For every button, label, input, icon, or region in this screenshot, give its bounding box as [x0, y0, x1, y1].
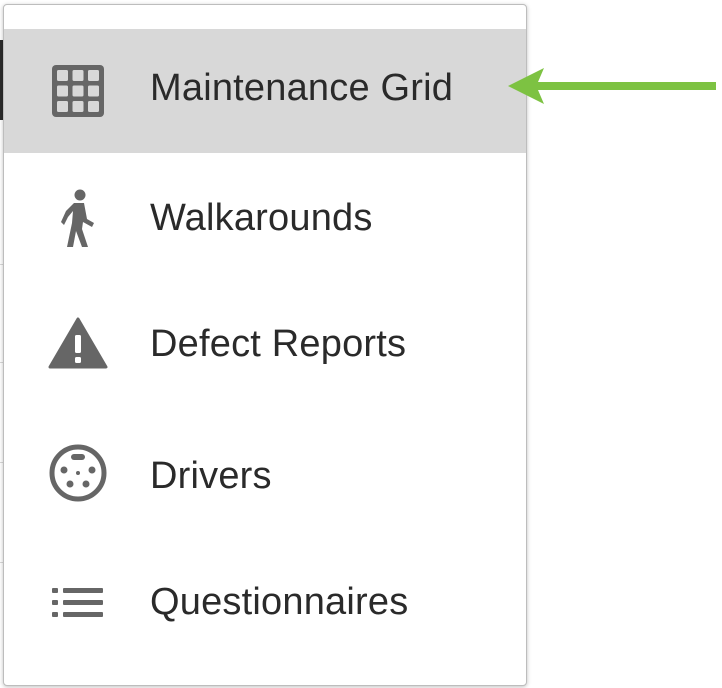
walking-person-icon — [46, 187, 110, 251]
menu-item-label: Defect Reports — [150, 323, 407, 365]
screenshot-stage: Maintenance Grid Walkarounds Defect Repo… — [0, 0, 722, 688]
menu-item-label: Maintenance Grid — [150, 67, 454, 109]
menu-item-questionnaires[interactable]: Questionnaires — [4, 539, 526, 663]
menu-item-label: Questionnaires — [150, 581, 409, 623]
grid-icon — [46, 59, 110, 123]
menu-item-defect-reports[interactable]: Defect Reports — [4, 283, 526, 407]
menu-item-label: Drivers — [150, 455, 272, 497]
menu-item-maintenance-grid[interactable]: Maintenance Grid — [4, 29, 526, 153]
menu-item-label: Walkarounds — [150, 197, 373, 239]
steering-wheel-icon — [46, 441, 110, 505]
arrow-left-icon — [508, 68, 716, 104]
list-icon — [46, 571, 110, 635]
warning-triangle-icon — [46, 311, 110, 375]
menu-item-drivers[interactable]: Drivers — [4, 411, 526, 535]
navigation-dropdown-menu: Maintenance Grid Walkarounds Defect Repo… — [3, 4, 527, 686]
menu-item-walkarounds[interactable]: Walkarounds — [4, 155, 526, 279]
